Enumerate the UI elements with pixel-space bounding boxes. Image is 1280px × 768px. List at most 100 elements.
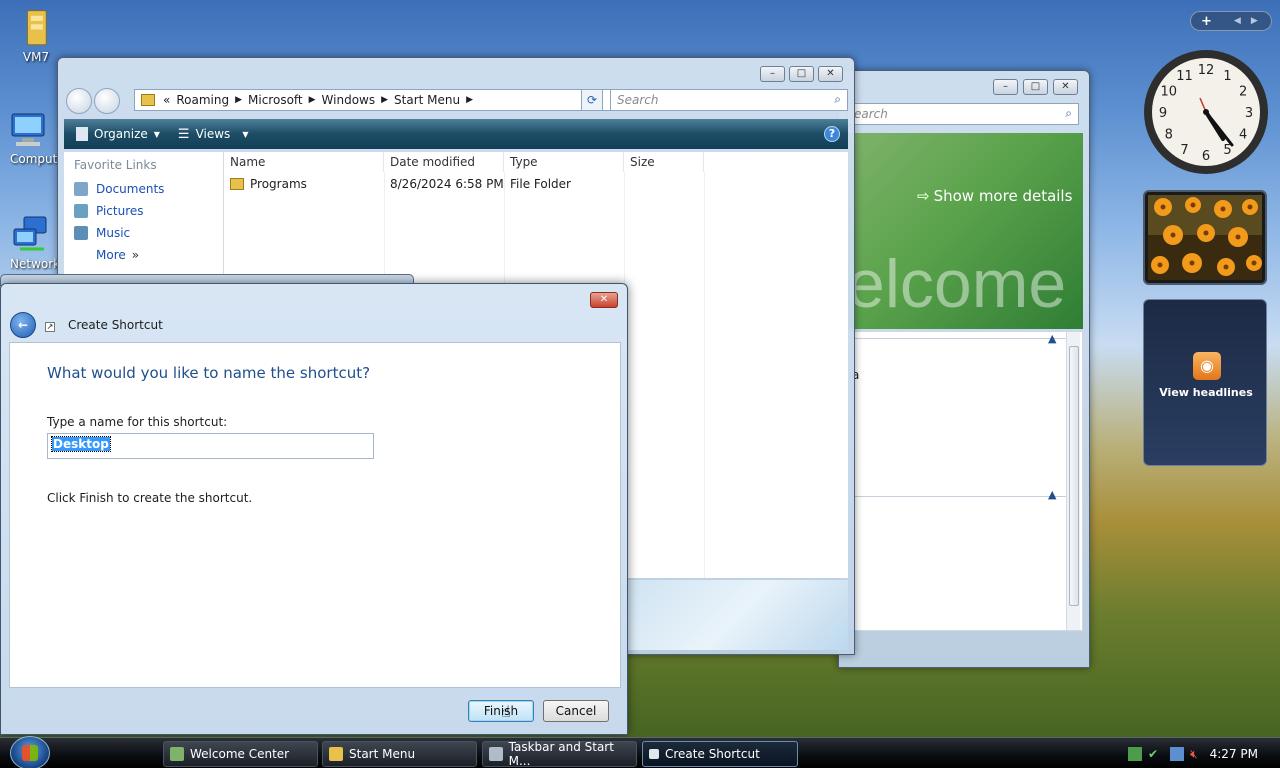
desktop-icon-vm7[interactable]: VM7 <box>0 4 72 64</box>
nav-item-label: Music <box>96 226 131 240</box>
sidebar-controls: + ◀ ▶ <box>1190 11 1272 31</box>
field-label: Type a name for this shortcut: <box>47 415 228 429</box>
clock-time[interactable]: 4:27 PM <box>1210 747 1258 761</box>
network-tray-icon[interactable] <box>1170 747 1185 761</box>
taskbar-button-welcome-center[interactable]: Welcome Center <box>163 741 318 767</box>
cancel-button[interactable]: Cancel <box>543 700 609 722</box>
folder-icon <box>141 94 155 106</box>
breadcrumb-start-menu[interactable]: Start Menu <box>394 93 460 107</box>
welcome-center-icon <box>170 747 184 761</box>
breadcrumb-windows[interactable]: Windows <box>322 93 376 107</box>
feed-headlines-gadget[interactable]: ◉ View headlines <box>1143 299 1267 466</box>
column-header-name[interactable]: Name <box>224 152 384 172</box>
favorite-links-header: Favorite Links <box>74 158 157 172</box>
mouse-cursor-icon: ☝ <box>501 702 511 721</box>
collapse-arrow-icon[interactable]: ▲ <box>1048 488 1056 501</box>
close-button[interactable]: ✕ <box>818 66 843 82</box>
dialog-heading: What would you like to name the shortcut… <box>47 364 371 382</box>
column-header-date[interactable]: Date modified <box>384 152 504 172</box>
nav-item-music[interactable]: Music <box>64 222 223 244</box>
back-button[interactable] <box>66 88 92 114</box>
nav-item-label: Pictures <box>96 204 144 218</box>
search-input[interactable]: earch ⌕ <box>847 103 1079 125</box>
close-button[interactable]: ✕ <box>590 292 618 308</box>
chevron-right-icon[interactable]: ▶ <box>1251 16 1258 26</box>
desktop-icon-network[interactable]: Network <box>0 215 62 271</box>
create-shortcut-dialog: ✕ ← ↗ Create Shortcut What would you lik… <box>0 283 628 735</box>
documents-icon <box>74 182 88 196</box>
chevron-double-right-icon: » <box>131 248 140 262</box>
system-tray: ✔ 🔇︎ 4:27 PM <box>1128 744 1258 764</box>
taskbar-button-create-shortcut[interactable]: Create Shortcut <box>642 741 798 767</box>
scrollbar[interactable] <box>1066 332 1080 630</box>
nav-item-more[interactable]: More » <box>64 244 223 266</box>
back-arrow-icon[interactable]: ← <box>10 312 36 338</box>
clock-gadget[interactable]: 12 1 2 3 4 5 6 7 8 9 10 11 <box>1142 48 1270 176</box>
maximize-button[interactable]: □ <box>1023 79 1048 95</box>
pictures-icon <box>74 204 88 218</box>
show-more-details-link[interactable]: ⇨ Show more details <box>917 187 1072 205</box>
breadcrumb-overflow[interactable]: « <box>163 93 170 107</box>
file-name: Programs <box>250 177 307 191</box>
clock-numeral: 4 <box>1239 128 1247 143</box>
view-headlines-link[interactable]: View headlines <box>1144 386 1268 399</box>
network-status-icon[interactable] <box>1128 747 1142 761</box>
column-header-size[interactable]: Size <box>624 152 704 172</box>
volume-muted-icon[interactable]: 🔇︎ <box>1190 747 1198 762</box>
refresh-button[interactable]: ⟳ <box>581 89 603 111</box>
clock-numeral: 12 <box>1198 63 1215 78</box>
security-check-icon[interactable]: ✔ <box>1148 747 1158 761</box>
properties-icon <box>489 747 503 761</box>
organize-icon <box>76 127 88 141</box>
taskbar-button-start-menu[interactable]: Start Menu <box>322 741 477 767</box>
column-header-type[interactable]: Type <box>504 152 624 172</box>
nav-item-pictures[interactable]: Pictures <box>64 200 223 222</box>
instruction-text: Click Finish to create the shortcut. <box>47 491 253 505</box>
chevron-right-icon[interactable]: ▶ <box>309 95 316 105</box>
chevron-left-icon[interactable]: ◀ <box>1234 16 1241 26</box>
chevron-right-icon[interactable]: ▶ <box>235 95 242 105</box>
organize-menu[interactable]: Organize ▼ <box>76 127 160 141</box>
welcome-banner: ⇨ Show more details elcome <box>847 133 1083 329</box>
add-gadget-button[interactable]: + <box>1201 14 1212 29</box>
dialog-body: What would you like to name the shortcut… <box>9 342 621 688</box>
maximize-button[interactable]: □ <box>789 66 814 82</box>
folder-icon <box>230 178 244 190</box>
close-button[interactable]: ✕ <box>1053 79 1078 95</box>
search-input[interactable]: Search ⌕ <box>610 89 848 111</box>
minimize-button[interactable]: – <box>993 79 1018 95</box>
clock-numeral: 5 <box>1223 143 1231 158</box>
network-icon <box>13 216 47 251</box>
chevron-right-icon[interactable]: ▶ <box>381 95 388 105</box>
taskbar-label: Welcome Center <box>190 747 290 761</box>
desktop-icon-label: VM7 <box>22 50 50 64</box>
show-more-label: Show more details <box>933 187 1073 205</box>
start-button[interactable] <box>10 736 50 768</box>
music-icon <box>74 226 88 240</box>
help-icon[interactable]: ? <box>824 126 840 142</box>
desktop-icon-label: Network <box>10 257 61 271</box>
dialog-title: Create Shortcut <box>68 318 163 332</box>
minimize-button[interactable]: – <box>760 66 785 82</box>
views-menu[interactable]: ☰ Views ▼ <box>178 127 249 142</box>
clock-numeral: 2 <box>1239 85 1247 100</box>
organize-label: Organize <box>94 127 148 141</box>
taskbar-button-taskbar-start-menu[interactable]: Taskbar and Start M... <box>482 740 637 768</box>
chevron-right-icon[interactable]: ▶ <box>466 95 473 105</box>
address-bar[interactable]: « Roaming ▶ Microsoft ▶ Windows ▶ Start Men… <box>134 89 634 111</box>
file-type-cell: File Folder <box>510 177 571 191</box>
shortcut-name-input[interactable]: Desktop <box>47 433 374 459</box>
collapse-arrow-icon[interactable]: ▲ <box>1048 332 1056 345</box>
taskbar: Welcome Center Start Menu Taskbar and St… <box>0 736 1280 768</box>
welcome-content-pane: ▲ a ▲ <box>847 331 1083 631</box>
file-date-cell: 8/26/2024 6:58 PM <box>390 177 504 191</box>
shortcut-icon: ↗ <box>45 322 55 332</box>
nav-item-documents[interactable]: Documents <box>64 178 223 200</box>
breadcrumb-microsoft[interactable]: Microsoft <box>248 93 303 107</box>
desktop-icon-computer[interactable]: Comput <box>0 110 60 166</box>
chevron-down-icon: ▼ <box>153 129 160 139</box>
breadcrumb-roaming[interactable]: Roaming <box>176 93 229 107</box>
forward-button[interactable] <box>94 88 120 114</box>
table-row[interactable]: Programs 8/26/2024 6:58 PM File Folder <box>224 174 704 194</box>
slideshow-gadget[interactable] <box>1143 190 1267 285</box>
